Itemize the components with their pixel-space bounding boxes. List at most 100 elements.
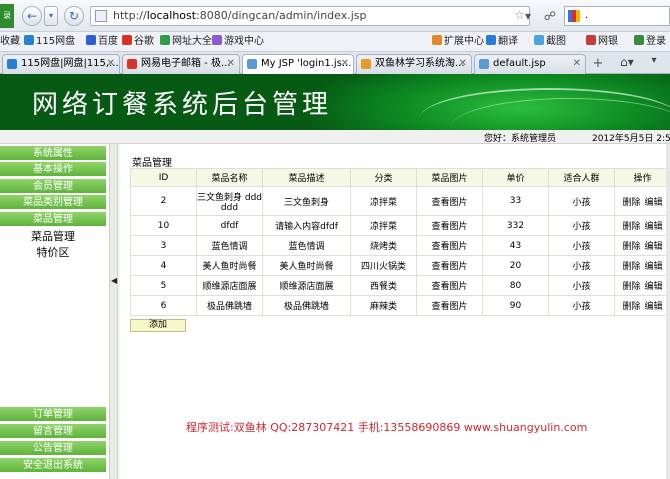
tab-close-icon[interactable]: ✕ [573, 55, 581, 73]
cell-name: 美人鱼时尚餐 [196, 255, 263, 276]
sidebar-item-order-management[interactable]: 订单管理 [0, 407, 106, 422]
bookmark-icon [534, 35, 544, 45]
tab-favicon-icon [7, 59, 17, 69]
bookmark-icon [160, 35, 170, 45]
history-dropdown-button[interactable]: ▾ [44, 6, 58, 26]
bookmark-item[interactable]: 登录 [634, 35, 666, 49]
sidebar-item-basic-operations[interactable]: 基本操作 [0, 162, 106, 177]
new-tab-icon[interactable]: + [590, 56, 606, 72]
delete-link[interactable]: 删除 [622, 222, 640, 232]
bookmark-item[interactable]: 网银 [586, 35, 618, 49]
delete-link[interactable]: 删除 [622, 242, 640, 252]
bookmark-item[interactable]: 谷歌 [122, 35, 154, 49]
browser-tab[interactable]: default.jsp ✕ [474, 54, 586, 74]
edit-link[interactable]: 编辑 [645, 262, 663, 272]
view-image-link[interactable]: 查看图片 [416, 215, 483, 236]
bookmark-item[interactable]: 115网盘 [24, 35, 75, 49]
cell-price: 332 [482, 215, 549, 236]
cell-name: 蓝色情调 [196, 235, 263, 256]
tab-close-icon[interactable]: ✕ [227, 55, 235, 73]
bookmark-item[interactable]: 网址大全 [160, 35, 212, 49]
tab-favicon-icon [247, 59, 257, 69]
cell-price: 43 [482, 235, 549, 256]
edit-link[interactable]: 编辑 [645, 282, 663, 292]
bookmark-item[interactable]: 翻译 [486, 35, 518, 49]
delete-link[interactable]: 删除 [622, 282, 640, 292]
bookmark-item[interactable]: 扩展中心 [432, 35, 484, 49]
back-arrow-icon: ← [26, 9, 38, 23]
bookmark-icon [586, 35, 596, 45]
address-bar[interactable]: http://localhost:8080/dingcan/admin/inde… [90, 6, 530, 26]
reload-button[interactable]: ↻ [64, 6, 84, 26]
bookmark-item[interactable]: 收藏 [0, 35, 20, 49]
delete-link[interactable]: 删除 [622, 302, 640, 312]
cell-id: 2 [130, 186, 197, 216]
browser-tab[interactable]: 115网盘|网盘|115,... ✕ [2, 54, 120, 74]
sidebar-item-dish-category-management[interactable]: 菜品类别管理 [0, 195, 106, 210]
collapse-left-icon[interactable]: ◀ [111, 276, 117, 285]
sidebar-item-member-management[interactable]: 会员管理 [0, 179, 106, 194]
edit-link[interactable]: 编辑 [645, 222, 663, 232]
edit-link[interactable]: 编辑 [645, 242, 663, 252]
browser-tab[interactable]: 网易电子邮箱 - 极... ✕ [122, 54, 240, 74]
dropdown-icon[interactable]: ▾ [518, 6, 538, 26]
cell-audience: 小孩 [548, 295, 615, 316]
bookmark-icon [86, 35, 96, 45]
bookmark-icon [486, 35, 496, 45]
cell-desc: 请输入内容dfdf [262, 215, 351, 236]
delete-link[interactable]: 删除 [622, 262, 640, 272]
edit-link[interactable]: 编辑 [645, 198, 663, 208]
sidebar-item-message-management[interactable]: 留言管理 [0, 424, 106, 439]
edit-link[interactable]: 编辑 [645, 302, 663, 312]
app-banner: 网络订餐系统后台管理 [0, 74, 670, 130]
cell-id: 10 [130, 215, 197, 236]
search-box[interactable]: . [564, 6, 670, 26]
home-icon[interactable]: ⌂▾ [614, 55, 640, 73]
vertical-scrollbar[interactable] [666, 144, 670, 479]
cell-actions: 删除 编辑 [614, 295, 670, 316]
table-header-row: ID 菜品名称 菜品描述 分类 菜品图片 单价 适合人群 操作 [130, 168, 670, 187]
cell-name: 三文鱼刺身 ddd ddd [196, 186, 263, 216]
cell-id: 3 [130, 235, 197, 256]
sidebar-item-dish-management[interactable]: 菜品管理 [0, 212, 106, 227]
column-header: 适合人群 [548, 168, 615, 187]
cell-actions: 删除 编辑 [614, 186, 670, 216]
bookmark-item[interactable]: 百度 [86, 35, 118, 49]
tab-close-icon[interactable]: ✕ [459, 55, 467, 73]
cell-audience: 小孩 [548, 255, 615, 276]
sidebar-item-system-properties[interactable]: 系统属性 [0, 146, 106, 161]
table-row: 10 dfdf 请输入内容dfdf 凉拌菜 查看图片 332 小孩 删除 编辑 [130, 215, 670, 236]
section-title: 菜品管理 [132, 158, 172, 169]
sidebar-subitem-special-offers[interactable]: 特价区 [0, 245, 106, 260]
bookmark-item[interactable]: 游戏中心 [212, 35, 264, 49]
tab-close-icon[interactable]: ✕ [107, 55, 115, 73]
table-row: 4 美人鱼时尚餐 美人鱼时尚餐 四川火锅类 查看图片 20 小孩 删除 编辑 [130, 255, 670, 276]
column-header: 菜品描述 [262, 168, 351, 187]
address-url[interactable]: http://localhost:8080/dingcan/admin/inde… [113, 9, 367, 22]
sidebar-item-announcement-management[interactable]: 公告管理 [0, 441, 106, 456]
view-image-link[interactable]: 查看图片 [416, 255, 483, 276]
cell-category: 凉拌菜 [350, 215, 417, 236]
view-image-link[interactable]: 查看图片 [416, 275, 483, 296]
security-shield-icon[interactable]: ☍ [540, 6, 560, 26]
sidebar-item-logout[interactable]: 安全退出系统 [0, 458, 106, 473]
bookmark-icon [212, 35, 222, 45]
sidebar-subitem-dish-management[interactable]: 菜品管理 [0, 229, 106, 244]
browser-tab-active[interactable]: My JSP 'login1.js... ✕ [242, 54, 354, 75]
chevron-down-icon: ▾ [48, 11, 53, 20]
cell-audience: 小孩 [548, 215, 615, 236]
back-button[interactable]: ← [22, 6, 42, 26]
add-dish-button[interactable]: 添加 [130, 319, 186, 332]
delete-link[interactable]: 删除 [622, 198, 640, 208]
view-image-link[interactable]: 查看图片 [416, 235, 483, 256]
view-image-link[interactable]: 查看图片 [416, 186, 483, 216]
bookmark-item[interactable]: 截图 [534, 35, 566, 49]
view-image-link[interactable]: 查看图片 [416, 295, 483, 316]
cell-actions: 删除 编辑 [614, 215, 670, 236]
tab-close-icon[interactable]: ✕ [341, 55, 349, 73]
sidebar-toggle-splitter[interactable]: ◀ [110, 144, 118, 479]
login-side-tab[interactable]: 录 [0, 4, 14, 28]
app-title: 网络订餐系统后台管理 [32, 90, 333, 120]
browser-tab[interactable]: 双鱼林学习系统淘... ✕ [356, 54, 472, 74]
tab-list-icon[interactable]: ▾ [644, 55, 664, 73]
